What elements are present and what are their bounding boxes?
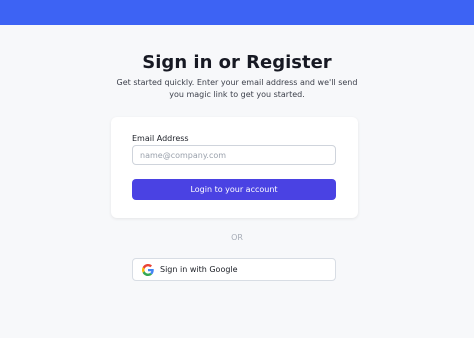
- email-label: Email Address: [132, 134, 189, 143]
- email-field[interactable]: [132, 145, 336, 165]
- page-title: Sign in or Register: [142, 52, 332, 73]
- page-subtitle: Get started quickly. Enter your email ad…: [116, 78, 358, 99]
- google-signin-label: Sign in with Google: [160, 265, 238, 274]
- login-button[interactable]: Login to your account: [132, 179, 336, 200]
- google-signin-button[interactable]: Sign in with Google: [132, 258, 336, 281]
- sign-in-page: Sign in or Register Get started quickly.…: [0, 25, 474, 338]
- google-g-icon: [142, 264, 154, 276]
- or-divider: OR: [231, 233, 243, 242]
- login-card: Email Address Login to your account: [111, 117, 358, 218]
- top-header-bar: [0, 0, 474, 25]
